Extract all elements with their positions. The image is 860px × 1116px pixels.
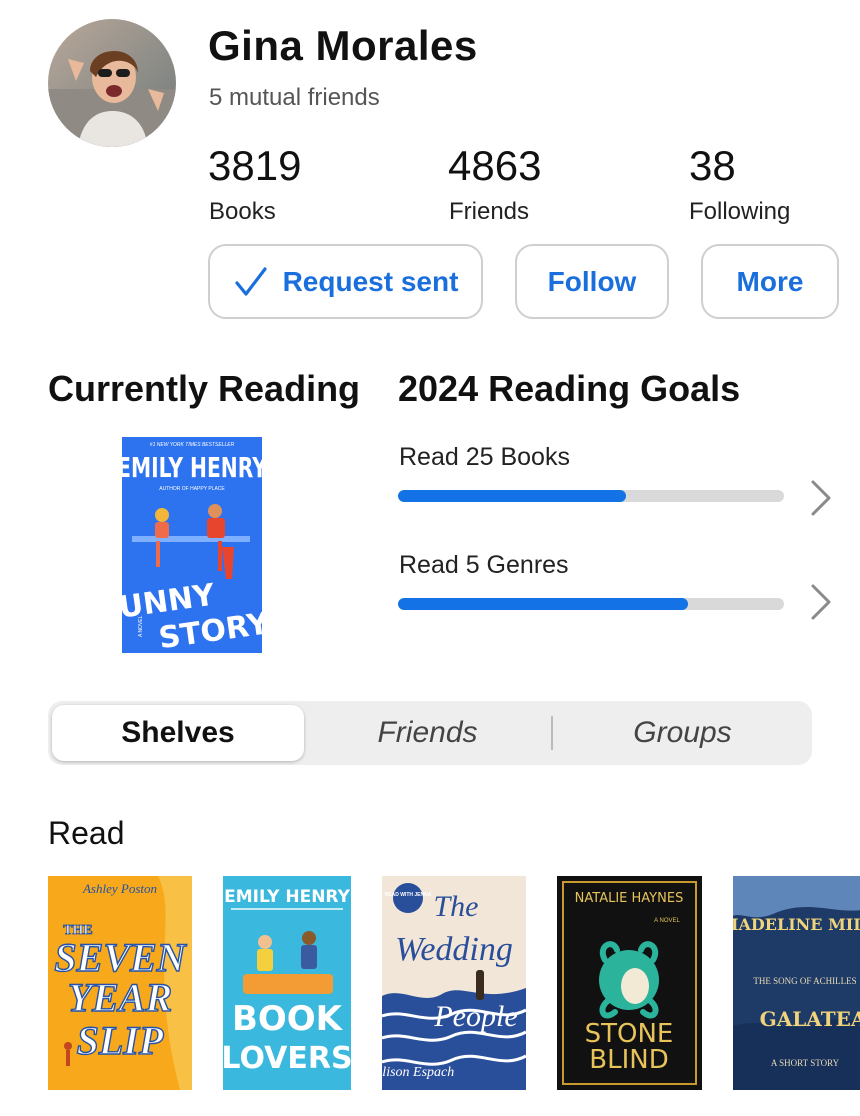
stat-friends-value[interactable]: 4863 — [448, 142, 541, 190]
book-side-text: A SHORT STORY — [771, 1058, 840, 1068]
book-title-line: YEAR — [68, 975, 172, 1020]
book-title-line: LOVERS — [223, 1041, 351, 1076]
avatar[interactable] — [48, 19, 176, 147]
goal-progress-bar — [398, 490, 784, 502]
currently-reading-title: Currently Reading — [48, 368, 361, 409]
request-sent-label: Request sent — [282, 265, 459, 297]
book-cover[interactable]: NATALIE HAYNES A NOVEL STONE BLIND — [557, 876, 702, 1090]
book-title-line: BLIND — [589, 1045, 668, 1075]
goal-label: Read 5 Genres — [399, 551, 569, 579]
stat-books-label[interactable]: Books — [209, 198, 276, 226]
chevron-right-icon[interactable] — [801, 478, 841, 518]
cover-author: EMILY HENRY — [122, 452, 262, 484]
request-sent-button[interactable]: Request sent — [208, 244, 483, 319]
more-label: More — [736, 265, 804, 297]
tab-groups[interactable]: Groups — [553, 705, 812, 761]
avatar-photo — [48, 19, 176, 147]
shelf-title: Read — [48, 815, 125, 851]
funny-story-cover-art: #1 NEW YORK TIMES BESTSELLER EMILY HENRY… — [122, 437, 262, 653]
checkmark-icon — [234, 266, 267, 296]
book-author: EMILY HENRY — [224, 887, 350, 907]
stat-following-label[interactable]: Following — [689, 198, 790, 226]
book-cover[interactable]: READ WITH JENNA The Wedding People Aliso… — [382, 876, 526, 1090]
book-cover[interactable]: EMILY HENRY BOOK LOVERS — [223, 876, 351, 1090]
stat-friends-label[interactable]: Friends — [449, 198, 529, 226]
more-button[interactable]: More — [701, 244, 839, 319]
book-author: NATALIE HAYNES — [575, 891, 684, 906]
book-badge: READ WITH JENNA — [385, 892, 432, 898]
chevron-right-icon[interactable] — [801, 582, 841, 622]
book-cover[interactable]: MADELINE MILLER THE SONG OF ACHILLES GAL… — [733, 876, 860, 1090]
goal-progress-bar — [398, 598, 784, 610]
tab-shelves[interactable]: Shelves — [52, 705, 304, 761]
current-book-cover[interactable]: #1 NEW YORK TIMES BESTSELLER EMILY HENRY… — [122, 437, 262, 653]
goal-progress-fill — [398, 490, 626, 502]
book-side-text: A NOVEL — [654, 918, 680, 924]
book-title-line: Wedding — [395, 931, 513, 968]
book-author: Alison Espach — [382, 1065, 454, 1080]
cover-tagline: #1 NEW YORK TIMES BESTSELLER — [150, 442, 235, 448]
cover-side-text: A NOVEL — [138, 615, 144, 637]
goal-label: Read 25 Books — [399, 443, 570, 471]
book-cover[interactable]: Ashley Poston THE SEVEN YEAR SLIP — [48, 876, 192, 1090]
stat-books-value[interactable]: 3819 — [208, 142, 301, 190]
book-title-line: BOOK — [232, 999, 344, 1039]
reading-goals-title: 2024 Reading Goals — [398, 368, 741, 409]
book-title-line: GALATEA — [760, 1007, 860, 1031]
book-author: Ashley Poston — [82, 881, 157, 896]
book-title-line: THE SONG OF ACHILLES — [753, 976, 856, 986]
follow-label: Follow — [547, 265, 637, 297]
tab-friends[interactable]: Friends — [304, 705, 551, 761]
stat-following-value[interactable]: 38 — [689, 142, 736, 190]
mutual-friends[interactable]: 5 mutual friends — [209, 84, 380, 112]
book-title-line: SLIP — [77, 1018, 164, 1063]
book-title-line: The — [434, 890, 479, 923]
cover-subtitle: AUTHOR OF HAPPY PLACE — [159, 486, 225, 492]
book-title-line: People — [433, 1000, 517, 1033]
goal-progress-fill — [398, 598, 688, 610]
profile-name: Gina Morales — [208, 22, 478, 69]
follow-button[interactable]: Follow — [515, 244, 669, 319]
book-title-line: SEVEN — [54, 935, 187, 980]
book-author: MADELINE MILLER — [733, 915, 860, 934]
